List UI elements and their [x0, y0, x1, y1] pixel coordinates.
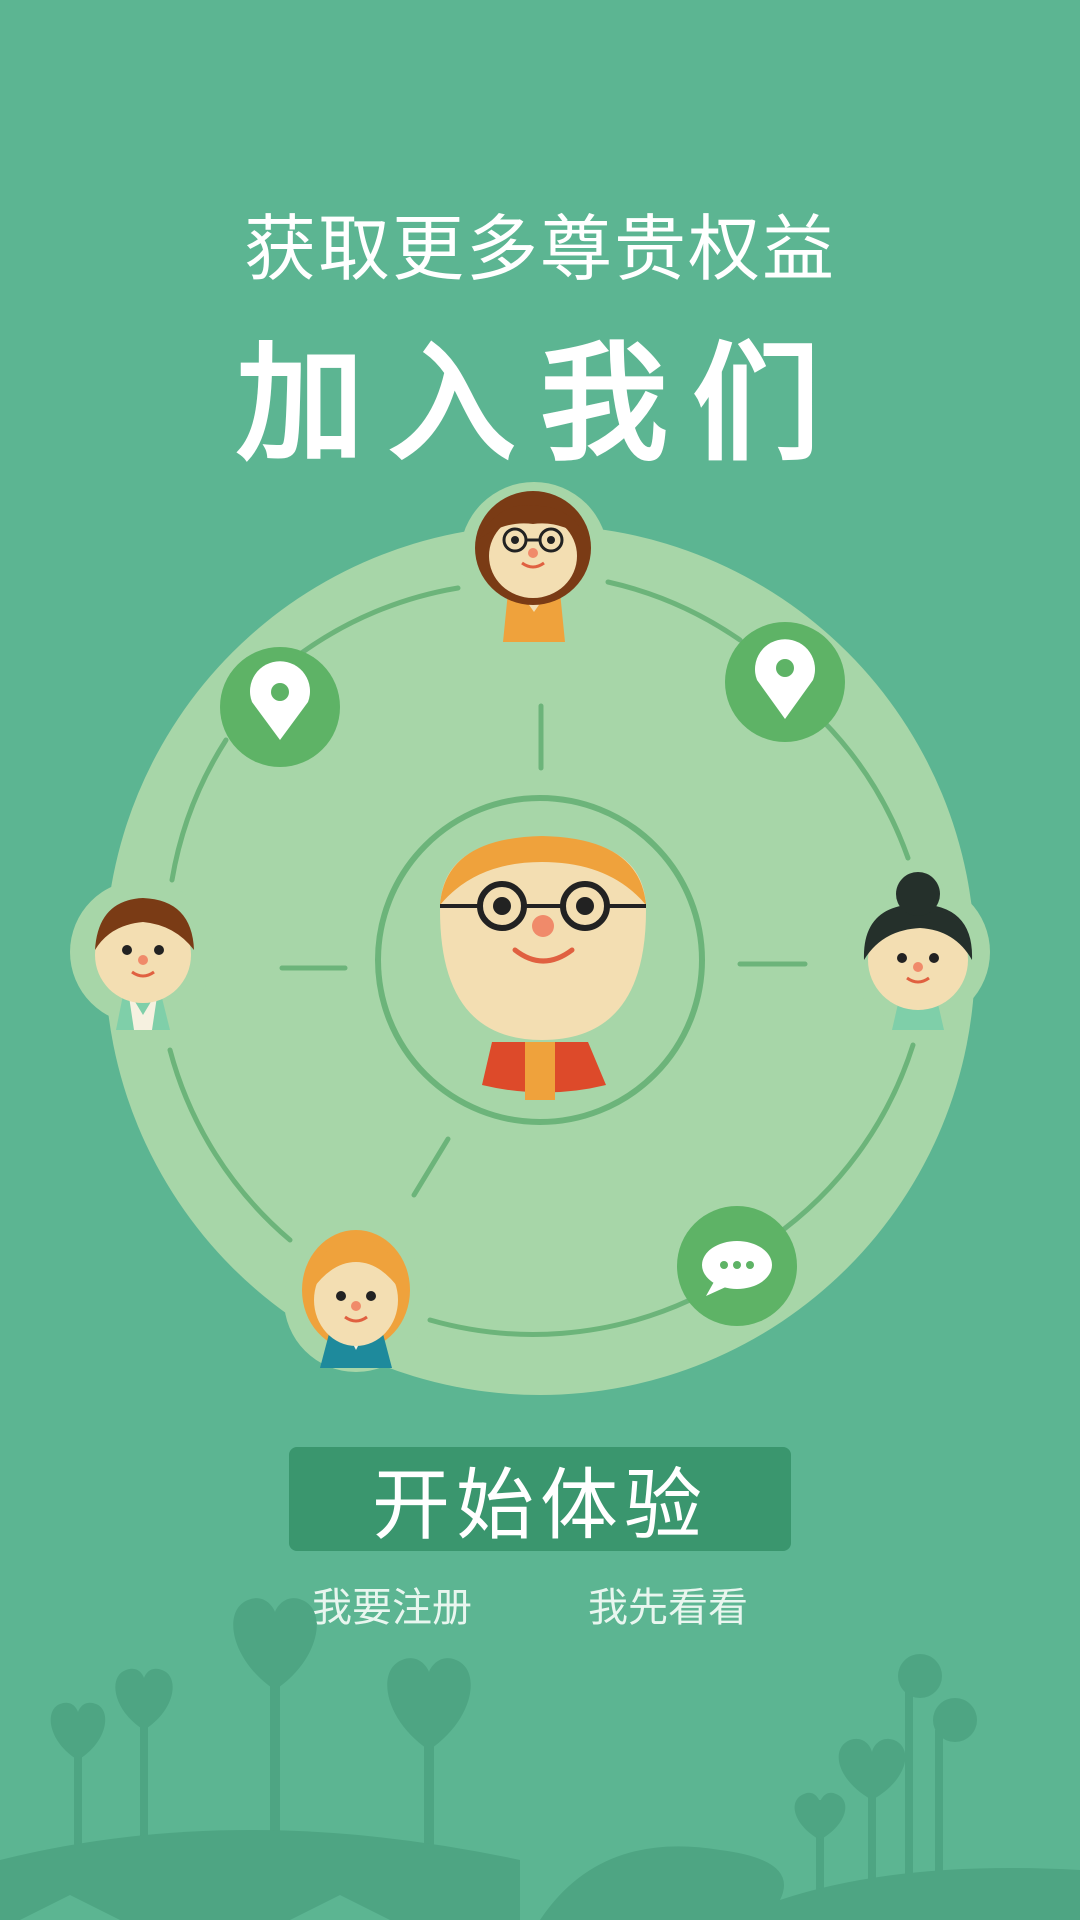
community-illustration — [70, 482, 990, 1395]
page-title: 加入我们 — [235, 330, 844, 479]
chat-bubble-icon[interactable] — [677, 1206, 797, 1326]
decorative-landscape — [0, 1598, 1080, 1920]
page-subtitle: 获取更多尊贵权益 — [243, 207, 836, 291]
location-pin-icon[interactable] — [725, 622, 845, 742]
location-pin-icon[interactable] — [220, 647, 340, 767]
avatar-woman-blonde — [284, 1228, 428, 1372]
start-experience-button[interactable]: 开始体验 — [289, 1447, 791, 1551]
